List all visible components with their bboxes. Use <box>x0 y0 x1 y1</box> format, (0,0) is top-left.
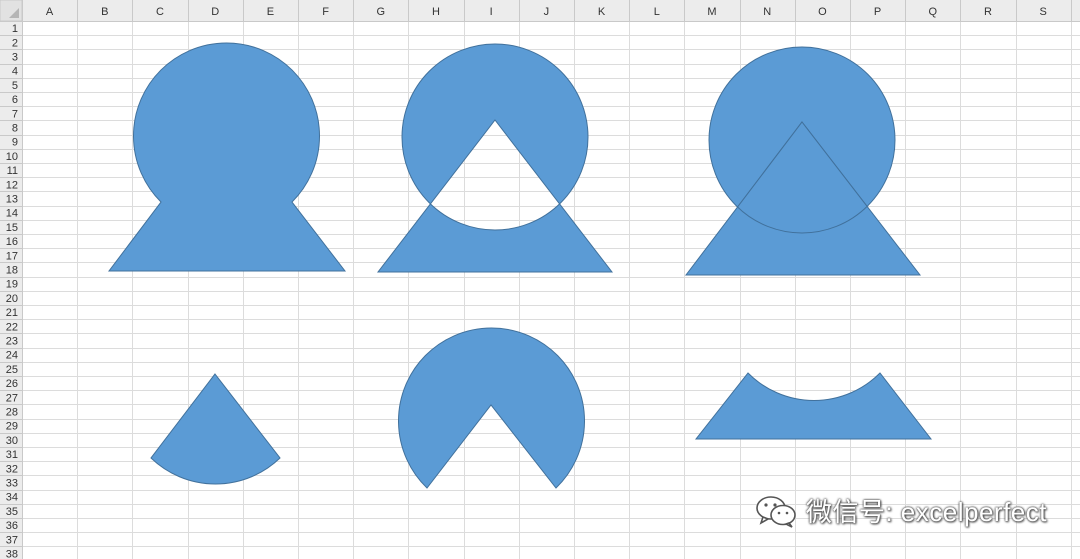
column-header-Q[interactable]: Q <box>929 6 938 18</box>
row-header-21[interactable]: 21 <box>6 307 18 319</box>
row-header-1[interactable]: 1 <box>12 23 18 35</box>
column-header-E[interactable]: E <box>267 6 274 18</box>
row-header-20[interactable]: 20 <box>6 293 18 305</box>
row-header-22[interactable]: 22 <box>6 321 18 333</box>
shape-fragment[interactable] <box>684 46 922 276</box>
column-header-G[interactable]: G <box>377 6 386 18</box>
row-header-2[interactable]: 2 <box>12 37 18 49</box>
row-header-3[interactable]: 3 <box>12 52 18 64</box>
row-header-6[interactable]: 6 <box>12 94 18 106</box>
column-header-C[interactable]: C <box>156 6 164 18</box>
row-header-33[interactable]: 33 <box>6 478 18 490</box>
shape-union[interactable] <box>107 42 347 272</box>
column-header-H[interactable]: H <box>432 6 440 18</box>
row-header-4[interactable]: 4 <box>12 66 18 78</box>
row-header-11[interactable]: 11 <box>7 165 18 177</box>
shape-subtract-circle-outline[interactable] <box>398 327 585 489</box>
row-header-24[interactable]: 24 <box>6 350 18 362</box>
row-header-18[interactable]: 18 <box>6 265 18 277</box>
column-header-O[interactable]: O <box>818 6 827 18</box>
column-header-M[interactable]: M <box>707 6 716 18</box>
shape-union-outline[interactable] <box>107 42 347 272</box>
shape-subtract-triangle-outline[interactable] <box>694 372 933 440</box>
column-header-J[interactable]: J <box>544 6 550 18</box>
row-header-25[interactable]: 25 <box>6 364 18 376</box>
row-header-19[interactable]: 19 <box>6 279 18 291</box>
row-header-17[interactable]: 17 <box>6 250 18 262</box>
column-header-D[interactable]: D <box>211 6 219 18</box>
watermark-text: 微信号: excelperfect <box>805 497 1047 527</box>
row-header-26[interactable]: 26 <box>6 378 18 390</box>
shape-subtract-circle[interactable] <box>398 327 585 489</box>
row-header-14[interactable]: 14 <box>6 208 18 220</box>
shape-subtract-triangle[interactable] <box>694 372 933 440</box>
row-header-30[interactable]: 30 <box>6 435 18 447</box>
column-header-L[interactable]: L <box>654 6 660 18</box>
row-header-10[interactable]: 10 <box>6 151 18 163</box>
wechat-icon <box>756 495 796 528</box>
row-header-8[interactable]: 8 <box>12 123 18 135</box>
row-header-27[interactable]: 27 <box>6 392 18 404</box>
column-header-N[interactable]: N <box>763 6 771 18</box>
row-header-13[interactable]: 13 <box>6 194 18 206</box>
row-header-32[interactable]: 32 <box>6 463 18 475</box>
row-header-12[interactable]: 12 <box>6 179 18 191</box>
column-header-B[interactable]: B <box>101 6 108 18</box>
column-header-I[interactable]: I <box>490 6 493 18</box>
row-header-16[interactable]: 16 <box>6 236 18 248</box>
column-header-R[interactable]: R <box>984 6 992 18</box>
row-header-37[interactable]: 37 <box>6 534 18 546</box>
column-header-S[interactable]: S <box>1040 6 1047 18</box>
row-header-5[interactable]: 5 <box>12 80 18 92</box>
row-header-15[interactable]: 15 <box>6 222 18 234</box>
row-header-7[interactable]: 7 <box>12 108 18 120</box>
row-header-9[interactable]: 9 <box>12 137 18 149</box>
column-header-K[interactable]: K <box>598 6 606 18</box>
row-header-35[interactable]: 35 <box>6 506 18 518</box>
row-header-28[interactable]: 28 <box>6 407 18 419</box>
column-header-A[interactable]: A <box>46 6 54 18</box>
row-header-31[interactable]: 31 <box>6 449 18 461</box>
column-header-F[interactable]: F <box>322 6 329 18</box>
row-header-23[interactable]: 23 <box>6 336 18 348</box>
row-header-36[interactable]: 36 <box>6 520 18 532</box>
row-header-38[interactable]: 38 <box>6 549 18 559</box>
watermark: 微信号: excelperfect <box>754 492 1047 529</box>
spreadsheet-canvas: ABCDEFGHIJKLMNOPQRS 12345678910111213141… <box>0 0 1080 559</box>
column-header-P[interactable]: P <box>874 6 881 18</box>
row-header-29[interactable]: 29 <box>6 421 18 433</box>
row-header-34[interactable]: 34 <box>6 492 18 504</box>
